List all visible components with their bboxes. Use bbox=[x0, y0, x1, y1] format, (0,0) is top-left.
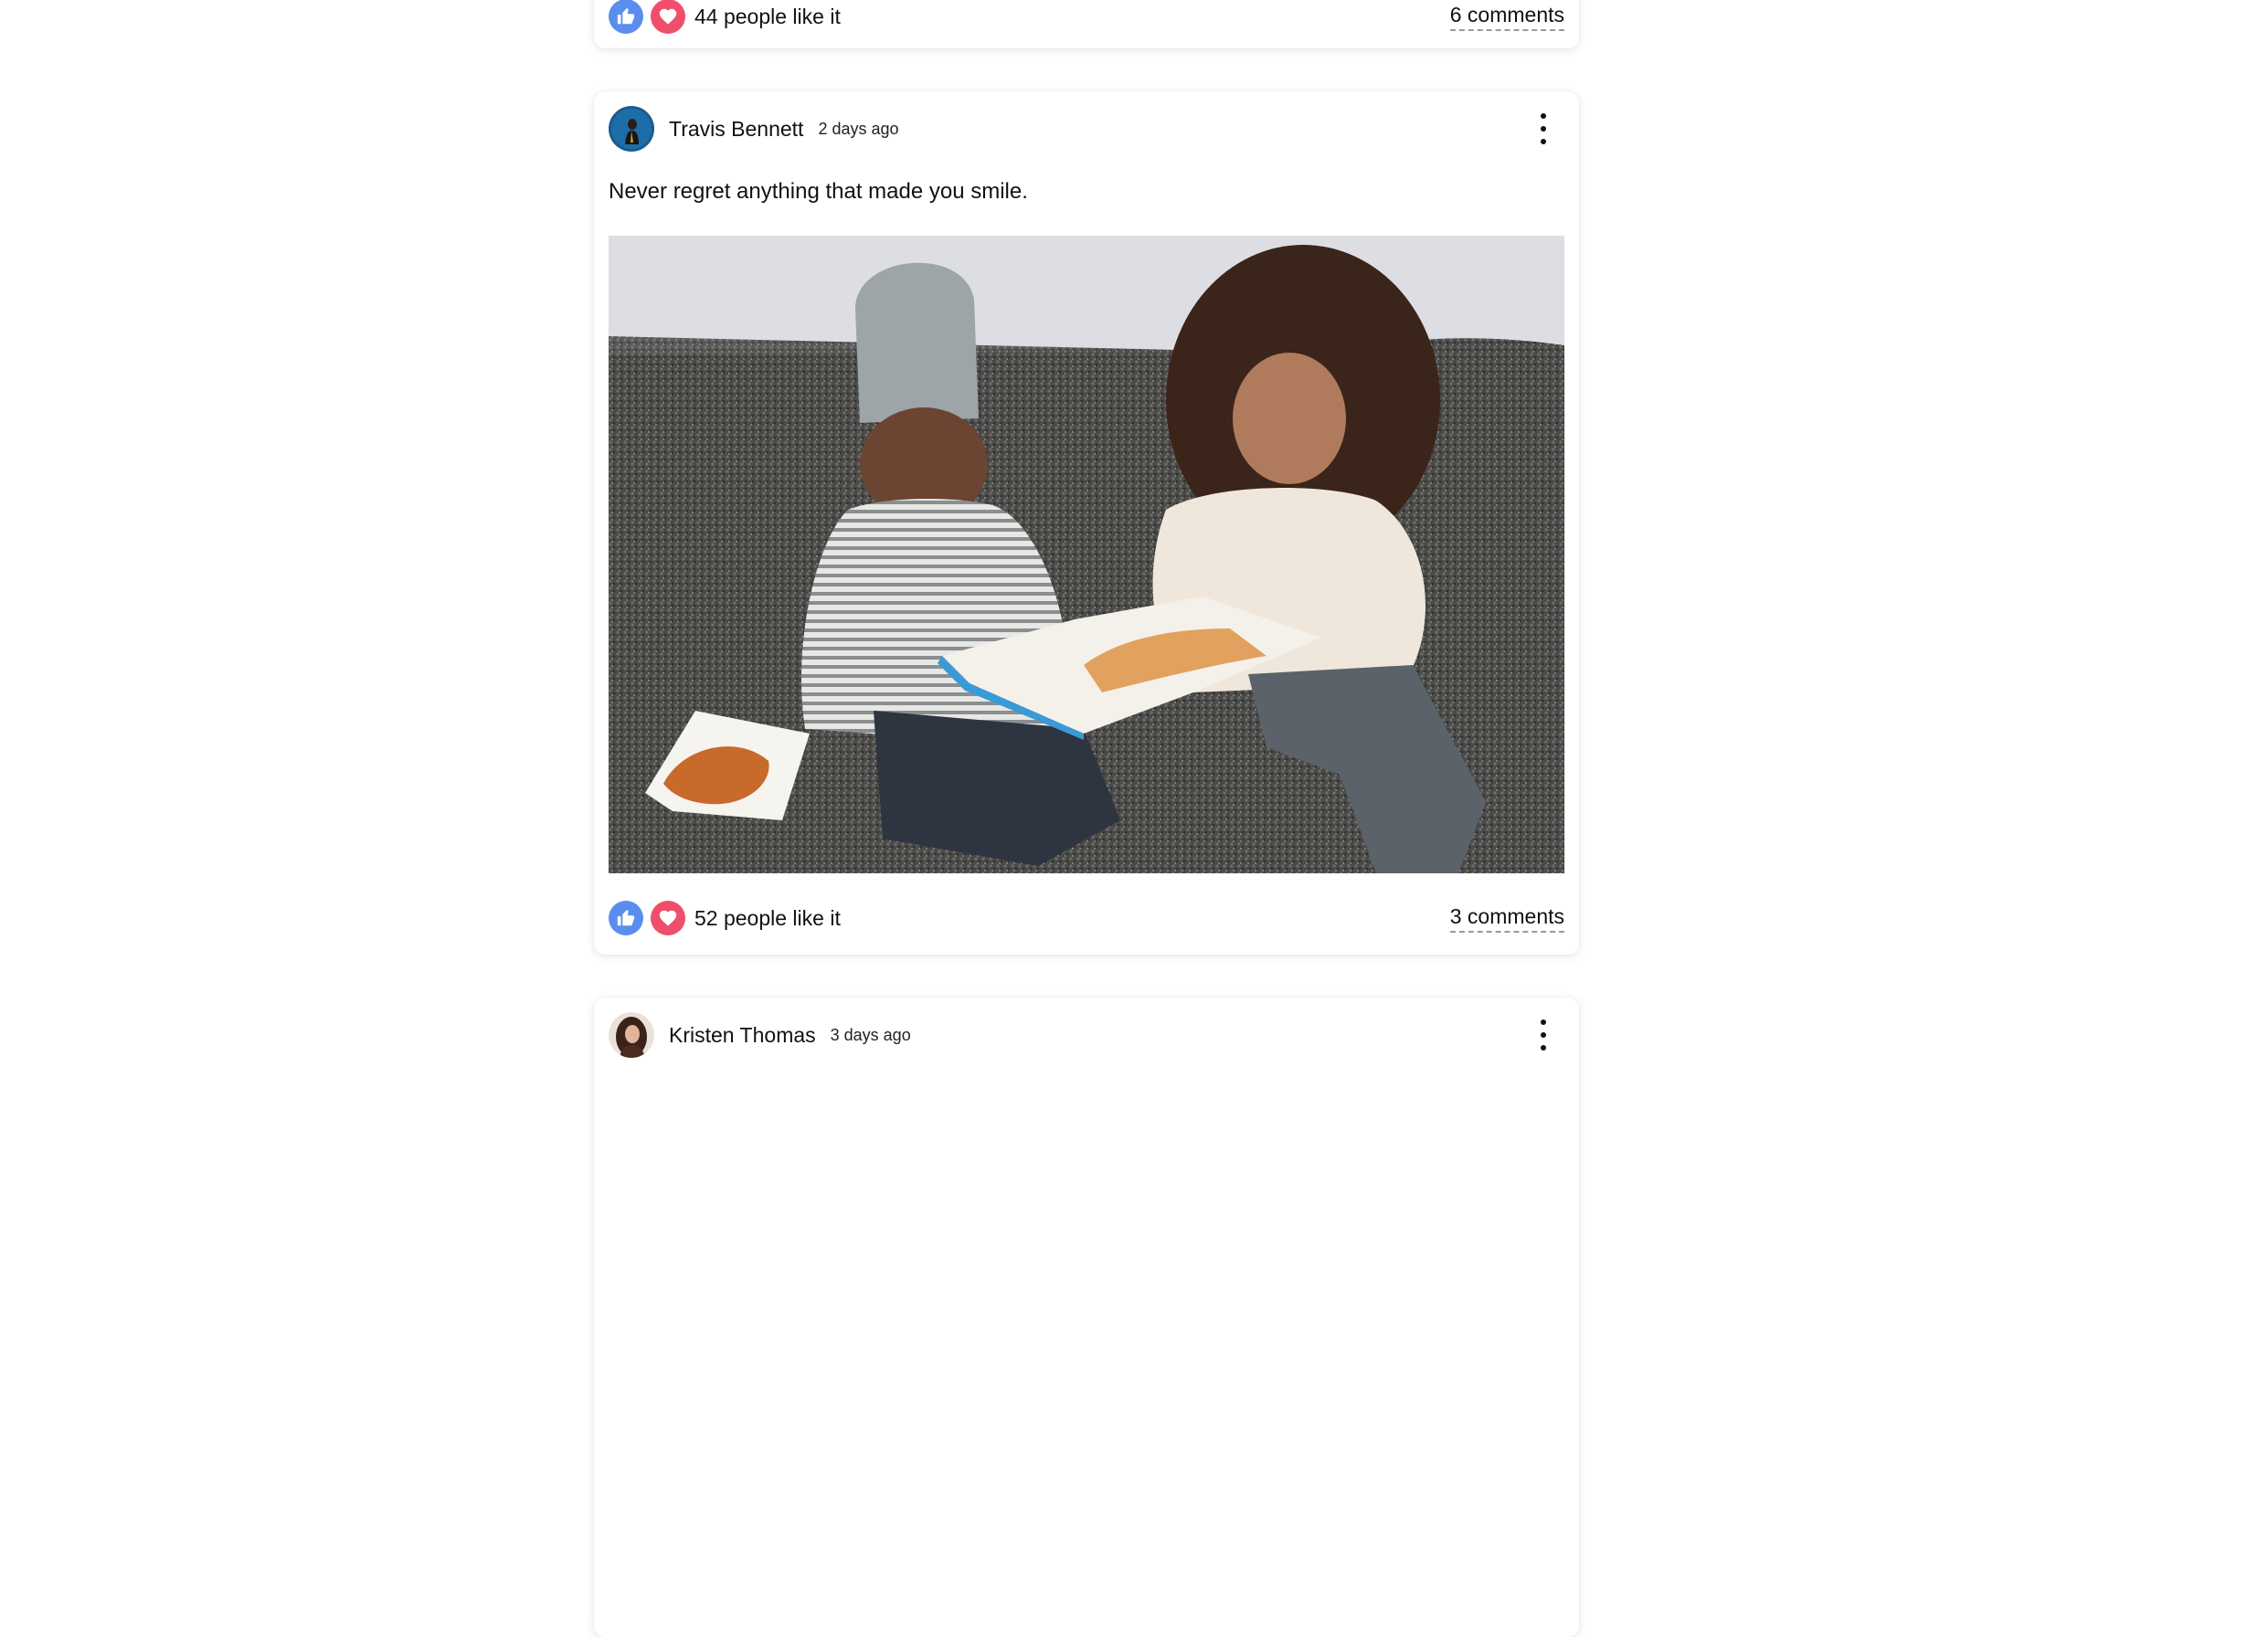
post-image[interactable] bbox=[609, 236, 1564, 873]
like-icon[interactable] bbox=[609, 901, 643, 935]
post-header: Travis Bennett 2 days ago bbox=[609, 106, 1564, 152]
avatar[interactable] bbox=[609, 1012, 654, 1058]
more-options-icon[interactable] bbox=[1535, 113, 1552, 144]
post-card: 44 people like it 6 comments bbox=[594, 0, 1579, 48]
heart-icon[interactable] bbox=[651, 0, 685, 34]
post-card: Travis Bennett 2 days ago Never regret a… bbox=[594, 91, 1579, 955]
comments-link[interactable]: 3 comments bbox=[1449, 904, 1564, 933]
likes-count: 44 people like it bbox=[694, 4, 841, 28]
author-name[interactable]: Kristen Thomas bbox=[669, 1023, 816, 1048]
post-text: Never regret anything that made you smil… bbox=[609, 179, 1028, 204]
post-footer: 52 people like it 3 comments bbox=[609, 900, 1564, 936]
likes-count: 52 people like it bbox=[694, 905, 841, 930]
post-footer: 44 people like it 6 comments bbox=[609, 0, 1564, 35]
heart-icon[interactable] bbox=[651, 901, 685, 935]
like-icon[interactable] bbox=[609, 0, 643, 34]
comments-link[interactable]: 6 comments bbox=[1449, 3, 1564, 31]
avatar[interactable] bbox=[609, 106, 654, 152]
author-name[interactable]: Travis Bennett bbox=[669, 117, 803, 142]
post-time: 2 days ago bbox=[818, 119, 899, 138]
more-options-icon[interactable] bbox=[1535, 1019, 1552, 1051]
post-card: Kristen Thomas 3 days ago bbox=[594, 998, 1579, 1637]
post-time: 3 days ago bbox=[830, 1025, 911, 1044]
children-reading-photo-icon bbox=[609, 236, 1564, 873]
post-header: Kristen Thomas 3 days ago bbox=[609, 1012, 1564, 1058]
